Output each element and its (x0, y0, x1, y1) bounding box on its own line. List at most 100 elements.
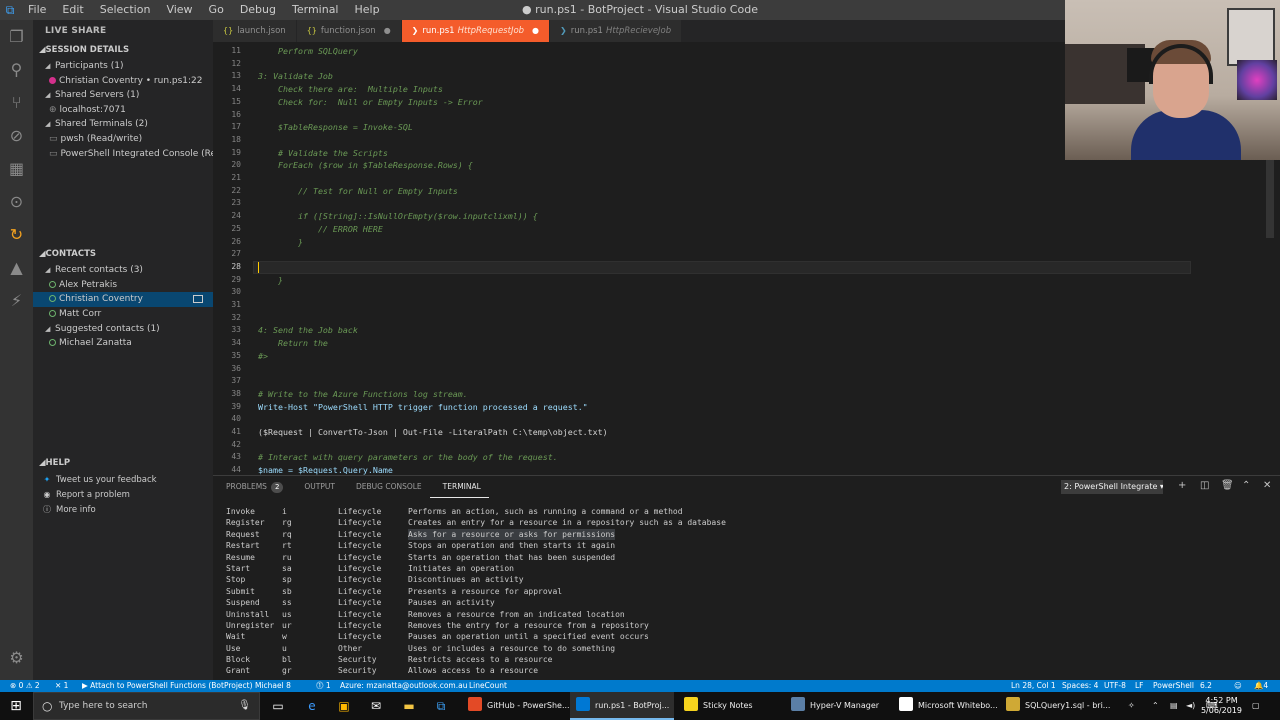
tree-item[interactable]: ⊕ localhost:7071 (33, 103, 213, 118)
tree-group[interactable]: ◢ Shared Terminals (2) (33, 117, 213, 132)
contacts-header[interactable]: ◢CONTACTS (33, 246, 213, 263)
source-control-icon[interactable]: ⑂ (0, 86, 33, 119)
file-explorer-icon[interactable]: ▬ (401, 698, 417, 714)
more-info-item[interactable]: ⓘ More info (33, 502, 213, 517)
search-icon[interactable]: ⚲ (0, 53, 33, 86)
tree-group[interactable]: ◢ Participants (1) (33, 59, 213, 74)
modified-dot-icon[interactable]: ● (384, 26, 391, 35)
code-line: $TableResponse = Invoke-SQL (258, 122, 413, 133)
tray-chevron-icon[interactable]: ⌃ (1152, 692, 1159, 720)
menu-help[interactable]: Help (347, 0, 388, 20)
liveshare-user-status[interactable]: Michael 8 (255, 680, 291, 692)
tree-item[interactable]: Michael Zanatta (33, 336, 213, 351)
code-line: 3: Validate Job (258, 71, 333, 82)
functions-icon[interactable]: ⚡ (0, 284, 33, 317)
tab-function-json[interactable]: {} function.json ● (296, 20, 402, 42)
volume-icon[interactable]: ◄) (1186, 692, 1195, 720)
help-header[interactable]: ◢HELP (33, 455, 213, 472)
tray-person-icon[interactable]: ✧ (1128, 692, 1135, 720)
tree-item[interactable]: ▭ PowerShell Integrated Console (Re... (33, 147, 213, 162)
invite-mail-icon[interactable] (193, 295, 203, 304)
smiley-icon[interactable]: ☺ (1234, 680, 1242, 692)
cursor-position-status[interactable]: Ln 28, Col 1 (1011, 680, 1056, 692)
store-icon[interactable]: ▣ (336, 698, 352, 714)
tree-group[interactable]: ◢ Shared Servers (1) (33, 88, 213, 103)
encoding-status[interactable]: UTF-8 (1104, 680, 1126, 692)
language-status[interactable]: PowerShell (1153, 680, 1194, 692)
tab-run-ps1-recieve[interactable]: ❯ run.ps1 HttpRecieveJob (550, 20, 683, 42)
close-panel-icon[interactable]: ✕ (1263, 480, 1271, 491)
taskbar-app[interactable]: Sticky Notes (678, 692, 778, 720)
task-view-icon[interactable]: ▭ (270, 698, 286, 714)
tab-terminal[interactable]: TERMINAL (429, 477, 489, 498)
tab-debug-console[interactable]: DEBUG CONSOLE (343, 476, 430, 498)
terminal-cell-desc: Pauses an operation until a specified ev… (408, 632, 649, 642)
taskbar-app[interactable]: Hyper-V Manager (785, 692, 889, 720)
eol-status[interactable]: LF (1135, 680, 1144, 692)
add-terminal-icon[interactable]: + (1178, 480, 1186, 491)
menu-file[interactable]: File (20, 0, 54, 20)
azure-account-status[interactable]: Azure: mzanatta@outlook.com.au (340, 680, 467, 692)
menu-debug[interactable]: Debug (232, 0, 284, 20)
explorer-icon[interactable]: ❐ (0, 20, 33, 53)
close-status[interactable]: ✕ 1 (55, 680, 68, 692)
edge-icon[interactable]: e (304, 698, 320, 714)
linecount-status[interactable]: LineCount (469, 680, 507, 692)
tab-problems[interactable]: PROBLEMS 2 (213, 476, 291, 498)
menu-edit[interactable]: Edit (54, 0, 91, 20)
problems-status[interactable]: ⊗ 0 ⚠ 2 (10, 680, 40, 692)
terminal-output[interactable]: Invoke i Lifecycle Performs an action, such… (226, 506, 1126, 677)
gear-icon[interactable]: ⚙ (0, 641, 33, 674)
taskbar-clock[interactable]: 4:52 PM 5/06/2019 (1201, 696, 1242, 716)
taskbar-app[interactable]: GitHub - PowerShe... (462, 692, 570, 720)
maximize-panel-icon[interactable]: ⌃ (1242, 480, 1250, 491)
tree-item[interactable]: Matt Corr (33, 307, 213, 322)
tree-item[interactable]: Christian Coventry • run.ps1:22 (33, 74, 213, 89)
tree-group[interactable]: ◢ Recent contacts (3) (33, 263, 213, 278)
remote-icon[interactable]: ⊙ (0, 185, 33, 218)
mail-icon[interactable]: ✉ (368, 698, 384, 714)
azure-icon[interactable]: ▲ (0, 251, 33, 284)
liveshare-count-status[interactable]: ⓵ 1 (316, 680, 331, 692)
taskbar-search[interactable]: ○ Type here to search 🎙 (33, 692, 260, 720)
tab-launch-json[interactable]: {} launch.json (213, 20, 297, 42)
network-icon[interactable]: ▤ (1170, 692, 1178, 720)
vscode-taskbar-icon[interactable]: ⧉ (433, 698, 449, 714)
live-share-icon[interactable]: ↻ (0, 218, 33, 251)
taskbar-app-label: SQLQuery1.sql - bri... (1025, 701, 1111, 710)
line-number: 18 (231, 134, 241, 144)
notifications-status[interactable]: 🔔4 (1254, 680, 1268, 692)
taskbar-app[interactable]: Microsoft Whitebo... (893, 692, 998, 720)
terminal-cell-group: Lifecycle (338, 620, 382, 630)
tab-output[interactable]: OUTPUT (291, 476, 343, 498)
extensions-icon[interactable]: ▦ (0, 152, 33, 185)
windows-start-icon[interactable]: ⊞ (0, 692, 32, 720)
debug-icon[interactable]: ⊘ (0, 119, 33, 152)
session-details-header[interactable]: ◢SESSION DETAILS (33, 42, 213, 59)
menu-selection[interactable]: Selection (92, 0, 159, 20)
tree-item[interactable]: Christian Coventry (33, 292, 213, 307)
terminal-select[interactable]: 2: PowerShell Integrate ▾ (1061, 480, 1163, 494)
debug-attach-status[interactable]: ▶ Attach to PowerShell Functions (BotPro… (82, 680, 253, 692)
tree-item[interactable]: ▭ pwsh (Read/write) (33, 132, 213, 147)
trash-icon[interactable]: 🗑 (1221, 480, 1234, 491)
microphone-icon[interactable]: 🎙 (238, 700, 251, 711)
indentation-status[interactable]: Spaces: 4 (1062, 680, 1098, 692)
tab-run-ps1-request[interactable]: ❯ run.ps1 HttpRequestJob ● (401, 20, 551, 42)
tree-group[interactable]: ◢ Suggested contacts (1) (33, 322, 213, 337)
modified-dot-icon[interactable]: ● (532, 26, 539, 35)
tree-item[interactable]: Alex Petrakis (33, 278, 213, 293)
menu-go[interactable]: Go (201, 0, 232, 20)
taskbar-app[interactable]: SQLQuery1.sql - bri... (1000, 692, 1110, 720)
taskbar-app[interactable]: run.ps1 - BotProj... (570, 692, 674, 720)
report-problem-item[interactable]: ◉ Report a problem (33, 487, 213, 502)
tweet-feedback-item[interactable]: ✦ Tweet us your feedback (33, 472, 213, 487)
split-terminal-icon[interactable]: ◫ (1200, 480, 1209, 491)
powershell-version-status[interactable]: 6.2 (1200, 680, 1212, 692)
taskbar-app-label: Hyper-V Manager (810, 701, 880, 710)
code-line: # Validate the Scripts (258, 147, 388, 158)
menu-view[interactable]: View (158, 0, 200, 20)
action-center-icon[interactable]: ▢ (1252, 692, 1260, 720)
menu-terminal[interactable]: Terminal (284, 0, 347, 20)
search-placeholder: Type here to search (59, 701, 148, 711)
